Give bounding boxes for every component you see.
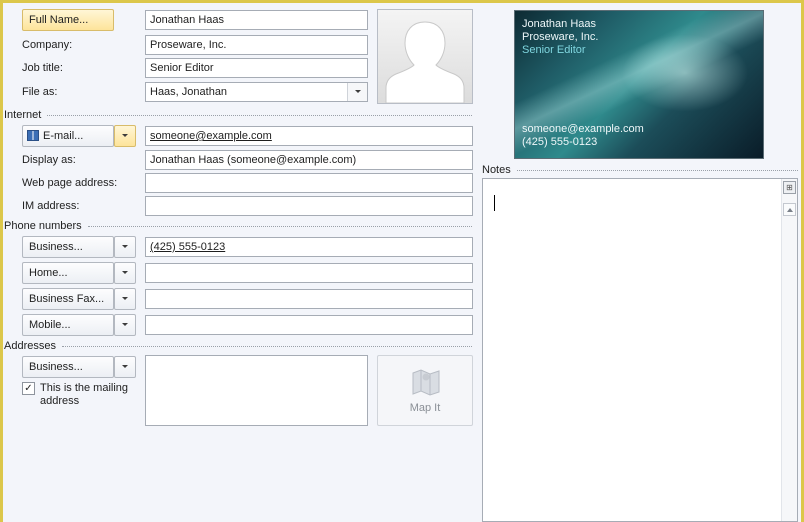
business-card[interactable]: Jonathan Haas Proseware, Inc. Senior Edi… [514, 10, 764, 159]
company-label: Company: [22, 39, 73, 51]
map-icon [412, 369, 440, 396]
phone-mobile-field[interactable] [145, 315, 473, 335]
web-page-field[interactable] [145, 173, 473, 193]
internet-section-label: Internet [4, 109, 42, 121]
display-as-label: Display as: [22, 154, 76, 166]
web-page-label: Web page address: [22, 177, 118, 189]
phone-home-button[interactable]: Home... [22, 262, 114, 284]
contact-form: Full Name... Jonathan Haas Company: Pros… [3, 3, 801, 522]
arrow-up-icon [787, 208, 793, 212]
addresses-section-header: Addresses [4, 339, 472, 353]
internet-section-header: Internet [4, 108, 472, 122]
phone-business-dropdown[interactable] [114, 236, 136, 258]
contact-photo[interactable] [377, 9, 473, 104]
phone-business-button[interactable]: Business... [22, 236, 114, 258]
phone-business-field[interactable]: (425) 555-0123 [145, 237, 473, 257]
card-title: Senior Editor [522, 44, 586, 56]
email-button[interactable]: E-mail... [22, 125, 114, 147]
job-title-label: Job title: [22, 62, 63, 74]
scroll-up-button[interactable] [783, 203, 796, 216]
display-as-field[interactable]: Jonathan Haas (someone@example.com) [145, 150, 473, 170]
phone-section-header: Phone numbers [4, 219, 472, 233]
person-silhouette-icon [385, 21, 465, 103]
mailing-address-label: This is the mailing address [40, 382, 129, 407]
card-name: Jonathan Haas [522, 18, 596, 30]
job-title-field[interactable]: Senior Editor [145, 58, 368, 78]
address-book-icon [27, 130, 39, 141]
notes-tool-icon[interactable]: ⊞ [783, 181, 796, 194]
chevron-down-icon [122, 245, 128, 248]
phone-business-fax-field[interactable] [145, 289, 473, 309]
notes-section-label: Notes [482, 164, 511, 176]
im-address-field[interactable] [145, 196, 473, 216]
chevron-down-icon [355, 90, 361, 93]
chevron-down-icon [122, 271, 128, 274]
phone-home-field[interactable] [145, 263, 473, 283]
im-address-label: IM address: [22, 200, 80, 212]
email-button-label: E-mail... [43, 130, 84, 142]
file-as-combo[interactable]: Haas, Jonathan [145, 82, 368, 102]
addresses-section-label: Addresses [4, 340, 56, 352]
phone-section-label: Phone numbers [4, 220, 82, 232]
chevron-down-icon [122, 134, 128, 137]
address-type-button[interactable]: Business... [22, 356, 114, 378]
card-email: someone@example.com [522, 123, 644, 135]
phone-mobile-button[interactable]: Mobile... [22, 314, 114, 336]
chevron-down-icon [122, 365, 128, 368]
card-company: Proseware, Inc. [522, 31, 599, 43]
map-it-label: Map It [409, 402, 441, 414]
address-textarea[interactable] [145, 355, 368, 426]
phone-business-fax-dropdown[interactable] [114, 288, 136, 310]
email-type-dropdown[interactable] [114, 125, 136, 147]
company-field[interactable]: Proseware, Inc. [145, 35, 368, 55]
file-as-label: File as: [22, 86, 58, 98]
card-phone: (425) 555-0123 [522, 136, 598, 148]
text-cursor [494, 195, 495, 211]
phone-home-dropdown[interactable] [114, 262, 136, 284]
file-as-value: Haas, Jonathan [150, 86, 228, 98]
full-name-button[interactable]: Full Name... [22, 9, 114, 31]
full-name-field[interactable]: Jonathan Haas [145, 10, 368, 30]
notes-section-header: Notes [482, 163, 798, 177]
notes-textarea[interactable]: ⊞ [482, 178, 798, 522]
chevron-down-icon [122, 323, 128, 326]
notes-scrollbar[interactable]: ⊞ [781, 179, 797, 521]
phone-business-fax-button[interactable]: Business Fax... [22, 288, 114, 310]
chevron-down-icon [122, 297, 128, 300]
address-type-dropdown[interactable] [114, 356, 136, 378]
file-as-dropdown[interactable] [347, 83, 367, 101]
email-field[interactable]: someone@example.com [145, 126, 473, 146]
map-it-button[interactable]: Map It [377, 355, 473, 426]
mailing-address-checkbox[interactable]: ✓ [22, 382, 35, 395]
phone-mobile-dropdown[interactable] [114, 314, 136, 336]
